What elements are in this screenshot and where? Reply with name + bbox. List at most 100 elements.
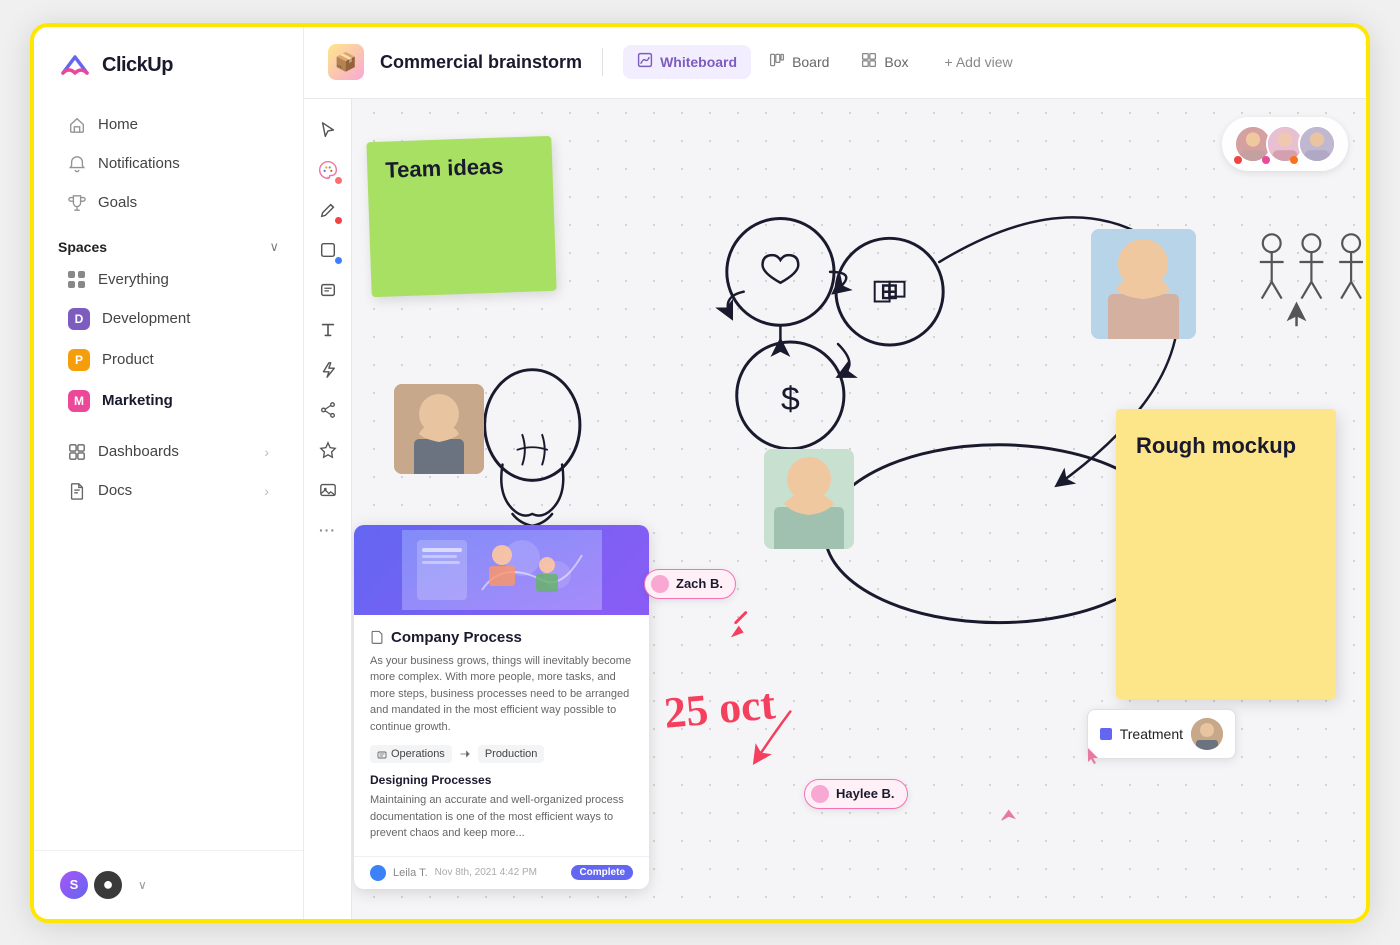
main-content: 📦 Commercial brainstorm Whiteboard Board bbox=[304, 27, 1366, 919]
haylee-avatar bbox=[811, 785, 829, 803]
clickup-logo-icon bbox=[58, 49, 92, 83]
collab-avatar-3 bbox=[1298, 125, 1336, 163]
sidebar-item-dashboards[interactable]: Dashboards › bbox=[44, 433, 293, 471]
photo-person-3 bbox=[764, 449, 854, 549]
dashboards-label: Dashboards bbox=[98, 443, 179, 460]
doc-section-text: Maintaining an accurate and well-organiz… bbox=[370, 792, 633, 842]
tool-pen[interactable] bbox=[311, 193, 345, 227]
goals-label: Goals bbox=[98, 194, 137, 211]
whiteboard-tab-icon bbox=[637, 52, 653, 72]
spaces-chevron-icon[interactable]: ∨ bbox=[269, 239, 279, 255]
treatment-label: Treatment bbox=[1120, 726, 1183, 742]
dashboards-chevron-icon: › bbox=[264, 444, 269, 460]
spaces-section-header: Spaces ∨ bbox=[34, 223, 303, 261]
add-view-button[interactable]: + Add view bbox=[931, 47, 1027, 77]
tool-star[interactable] bbox=[311, 433, 345, 467]
marketing-label: Marketing bbox=[102, 392, 173, 409]
whiteboard-toolbar: ··· bbox=[304, 99, 352, 919]
sub-nav: Dashboards › Docs › bbox=[34, 422, 303, 511]
sticky-green-text: Team ideas bbox=[385, 153, 504, 182]
app-window: ClickUp Home Notifications Goals Spaces … bbox=[30, 23, 1370, 923]
doc-section-title: Designing Processes bbox=[370, 773, 633, 787]
photo-person-1 bbox=[394, 384, 484, 474]
svg-text:⊞: ⊞ bbox=[880, 278, 898, 303]
sidebar-footer: S ● ∨ bbox=[34, 850, 303, 919]
sticky-note-yellow[interactable]: Rough mockup bbox=[1116, 409, 1336, 699]
board-tab-icon bbox=[769, 52, 785, 72]
cursor-icon bbox=[1084, 746, 1104, 766]
sidebar-item-home[interactable]: Home bbox=[44, 106, 293, 144]
board-tab-label: Board bbox=[792, 54, 829, 70]
tool-rect[interactable] bbox=[311, 233, 345, 267]
collab-dots bbox=[1234, 156, 1298, 164]
dashboard-icon bbox=[68, 443, 86, 461]
tool-image[interactable] bbox=[311, 473, 345, 507]
user-bubble-haylee: Haylee B. bbox=[804, 779, 908, 809]
everything-label: Everything bbox=[98, 271, 169, 288]
logo[interactable]: ClickUp bbox=[34, 27, 303, 101]
docs-left: Docs bbox=[68, 482, 132, 500]
whiteboard-canvas[interactable]: ··· ⊞ bbox=[304, 99, 1366, 919]
sidebar-item-development[interactable]: D Development bbox=[44, 299, 293, 339]
sidebar-item-goals[interactable]: Goals bbox=[44, 184, 293, 222]
tab-box[interactable]: Box bbox=[847, 45, 922, 79]
doc-footer-date: Nov 8th, 2021 4:42 PM bbox=[435, 867, 537, 878]
tool-palette[interactable] bbox=[311, 153, 345, 187]
sidebar-item-notifications[interactable]: Notifications bbox=[44, 145, 293, 183]
tool-select[interactable] bbox=[311, 113, 345, 147]
sidebar-item-everything[interactable]: Everything bbox=[44, 262, 293, 298]
project-icon: 📦 bbox=[328, 44, 364, 80]
tool-note[interactable] bbox=[311, 273, 345, 307]
avatar-s[interactable]: S bbox=[58, 869, 90, 901]
doc-card-banner bbox=[354, 525, 649, 615]
treatment-box: Treatment bbox=[1087, 709, 1236, 759]
sidebar: ClickUp Home Notifications Goals Spaces … bbox=[34, 27, 304, 919]
product-dot: P bbox=[68, 349, 90, 371]
tool-more[interactable]: ··· bbox=[311, 513, 345, 547]
date-label: 25 oct bbox=[662, 678, 777, 738]
tool-text[interactable] bbox=[311, 313, 345, 347]
spaces-title: Spaces bbox=[58, 239, 107, 255]
header-tabs: Whiteboard Board Box + Add view bbox=[623, 45, 1027, 79]
doc-card[interactable]: Company Process As your business grows, … bbox=[354, 525, 649, 889]
sticky-yellow-text: Rough mockup bbox=[1136, 433, 1296, 458]
svg-text:$: $ bbox=[781, 381, 800, 418]
docs-chevron-icon: › bbox=[264, 483, 269, 499]
tool-lightning[interactable] bbox=[311, 353, 345, 387]
dashboards-left: Dashboards bbox=[68, 443, 179, 461]
home-label: Home bbox=[98, 116, 138, 133]
sidebar-item-product[interactable]: P Product bbox=[44, 340, 293, 380]
doc-footer-user: Leila T. bbox=[393, 867, 428, 879]
main-header: 📦 Commercial brainstorm Whiteboard Board bbox=[304, 27, 1366, 99]
doc-card-body-text: As your business grows, things will inev… bbox=[370, 653, 633, 736]
header-divider bbox=[602, 48, 603, 76]
tab-board[interactable]: Board bbox=[755, 45, 843, 79]
whiteboard-tab-label: Whiteboard bbox=[660, 54, 737, 70]
avatar-dark[interactable]: ● bbox=[92, 869, 124, 901]
doc-complete-badge: Complete bbox=[571, 865, 633, 880]
docs-label: Docs bbox=[98, 482, 132, 499]
docs-icon bbox=[68, 482, 86, 500]
trophy-icon bbox=[68, 194, 86, 212]
development-dot: D bbox=[68, 308, 90, 330]
zach-label: Zach B. bbox=[676, 576, 723, 591]
sidebar-item-docs[interactable]: Docs › bbox=[44, 472, 293, 510]
tool-share[interactable] bbox=[311, 393, 345, 427]
sidebar-item-marketing[interactable]: M Marketing bbox=[44, 381, 293, 421]
doc-card-title: Company Process bbox=[370, 629, 633, 646]
doc-tag-1: Operations bbox=[370, 745, 452, 763]
zach-avatar bbox=[651, 575, 669, 593]
treatment-avatar bbox=[1191, 718, 1223, 750]
footer-caret-icon[interactable]: ∨ bbox=[138, 878, 147, 892]
grid-icon bbox=[68, 271, 86, 289]
product-label: Product bbox=[102, 351, 154, 368]
collaborators-row bbox=[1222, 117, 1348, 171]
tab-whiteboard[interactable]: Whiteboard bbox=[623, 45, 751, 79]
box-tab-label: Box bbox=[884, 54, 908, 70]
doc-tag-2: Production bbox=[478, 745, 545, 763]
doc-card-footer: Leila T. Nov 8th, 2021 4:42 PM Complete bbox=[354, 856, 649, 889]
marketing-dot: M bbox=[68, 390, 90, 412]
user-bubble-zach: Zach B. bbox=[644, 569, 736, 599]
sticky-note-green[interactable]: Team ideas bbox=[366, 135, 556, 296]
collab-dot-3 bbox=[1290, 156, 1298, 164]
